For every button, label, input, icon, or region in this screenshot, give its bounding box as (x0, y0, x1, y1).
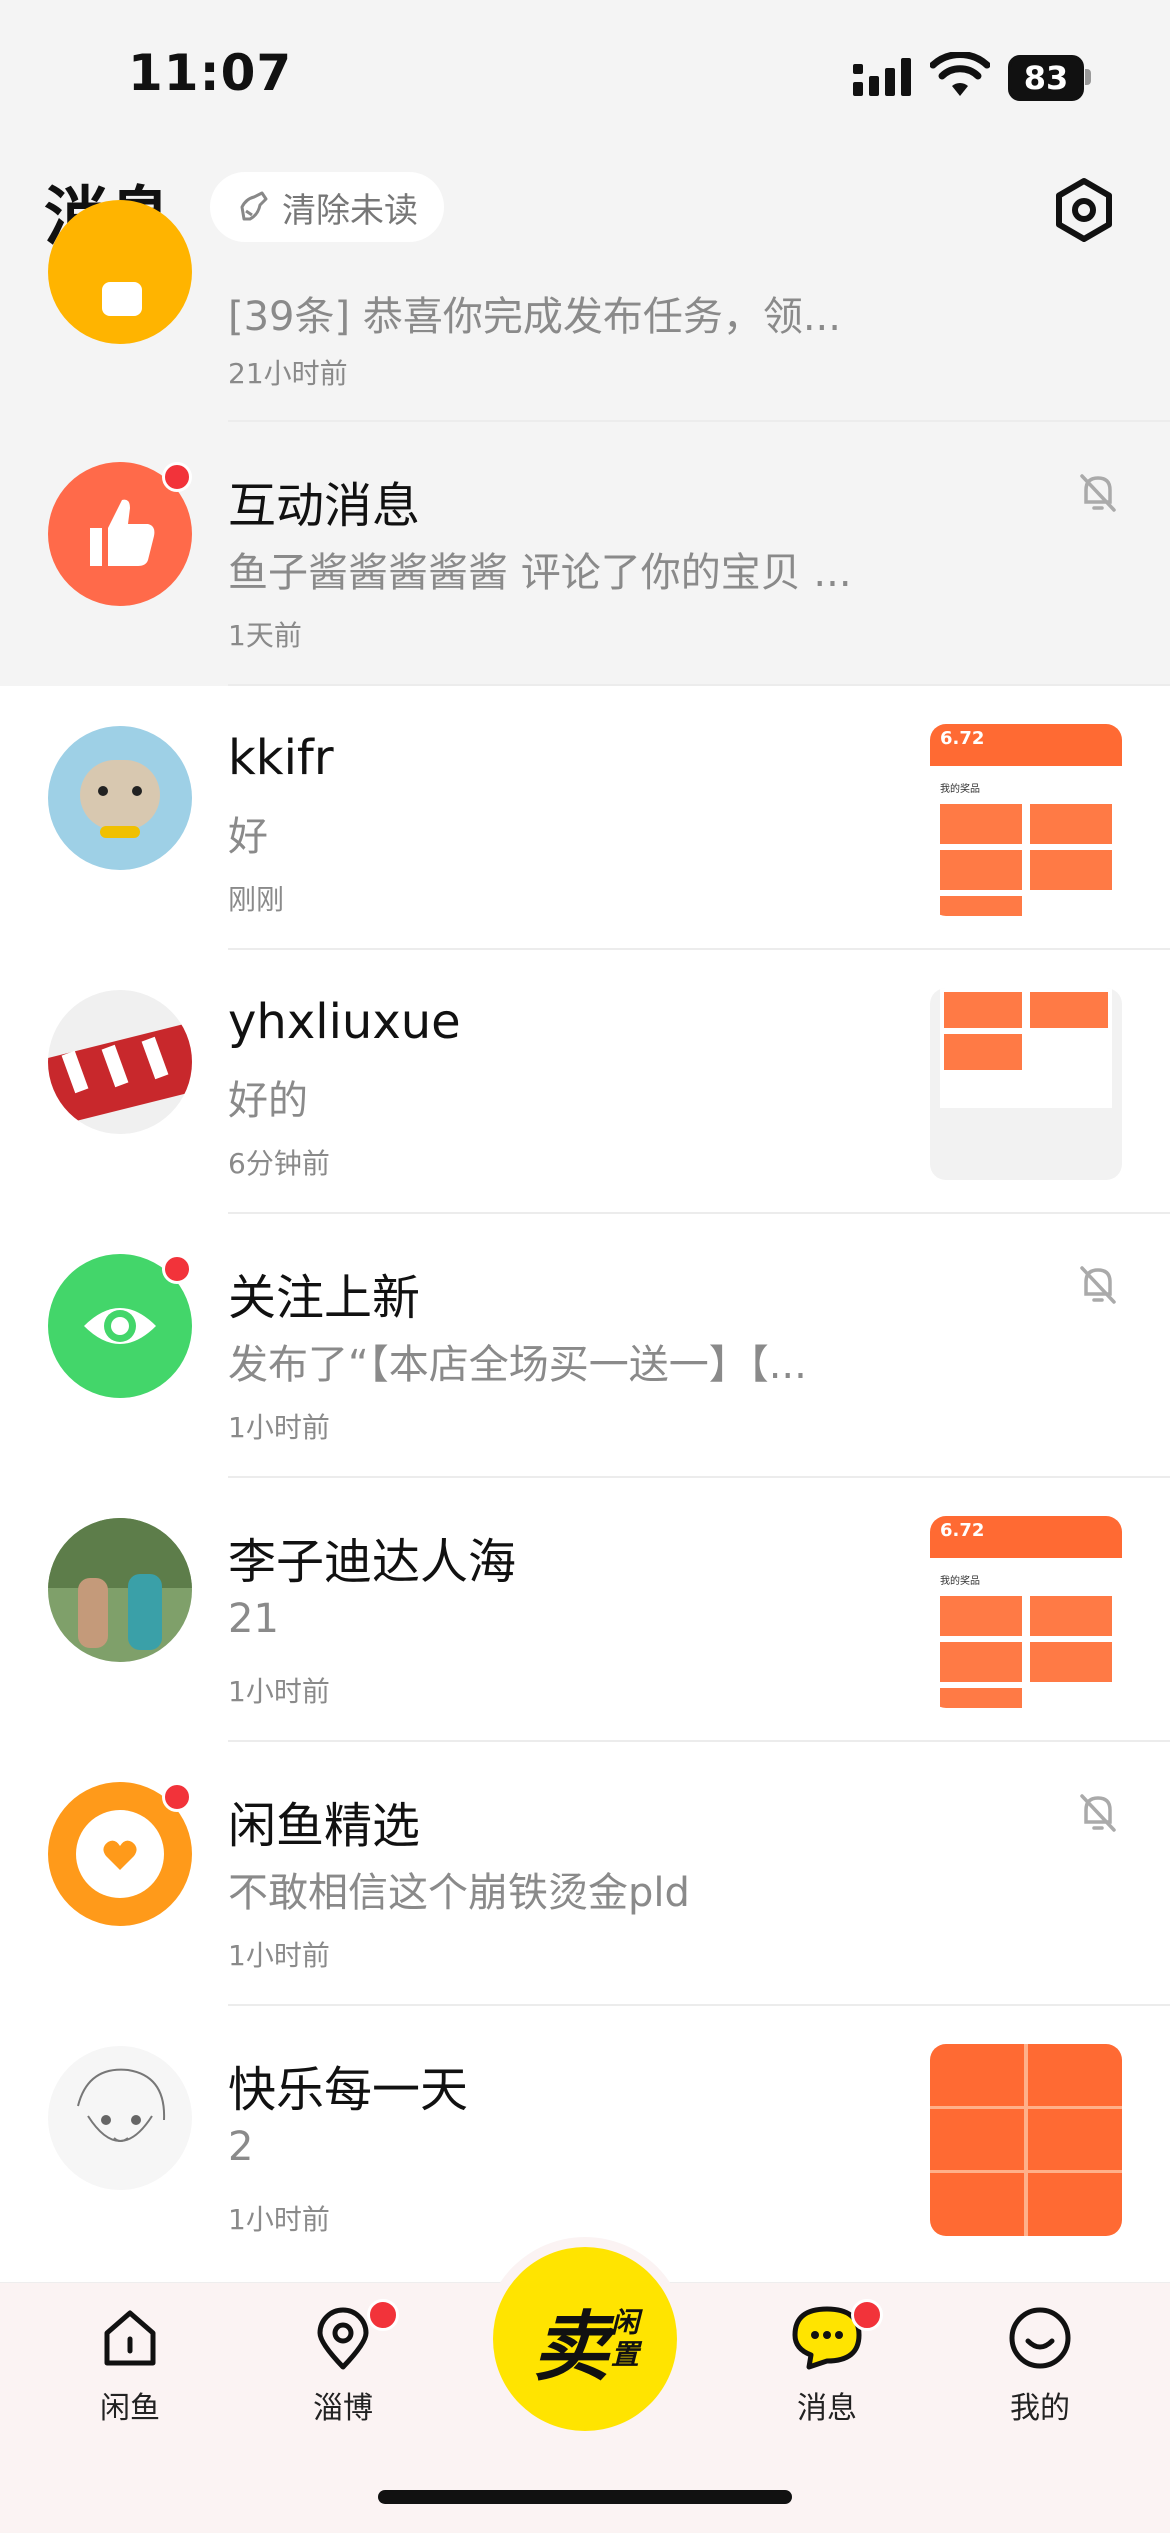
settings-icon[interactable] (1050, 176, 1118, 244)
message-time: 1小时前 (228, 1411, 330, 1444)
tab-messages[interactable]: 消息 (757, 2299, 897, 2427)
mute-bell-icon (1080, 474, 1116, 512)
message-preview: 2 (228, 2124, 254, 2170)
home-indicator (378, 2490, 792, 2504)
message-name: 互动消息 (228, 478, 421, 534)
message-time: 6分钟前 (228, 1147, 330, 1180)
user-avatar (48, 2046, 192, 2190)
item-thumbnail (930, 988, 1122, 1180)
smiley-icon (1009, 2307, 1071, 2369)
message-row-follow-new[interactable]: 关注上新 发布了“【本店全场买一送一】【... 1小时前 (0, 1214, 1170, 1478)
message-preview: 鱼子酱酱酱酱酱 评论了你的宝贝 ... (228, 550, 852, 596)
mute-bell-icon (1080, 1794, 1116, 1832)
message-preview: 发布了“【本店全场买一送一】【... (228, 1342, 807, 1388)
broom-icon (240, 191, 268, 221)
unread-dot (162, 1782, 192, 1812)
unread-dot (162, 462, 192, 492)
message-time: 21小时前 (228, 357, 348, 390)
tab-messages-label: 消息 (797, 2391, 857, 2426)
tab-zibo[interactable]: 淄博 (273, 2299, 413, 2427)
message-preview: 不敢相信这个崩铁烫金pld (228, 1870, 690, 1916)
tab-mine[interactable]: 我的 (970, 2303, 1110, 2427)
message-row-yhxliuxue[interactable]: yhxliuxue 好的 6分钟前 (0, 950, 1170, 1214)
sell-button-sublabel: 闲置 (611, 2306, 640, 2371)
unread-dot (162, 1254, 192, 1284)
message-row-xianyu-picks[interactable]: 闲鱼精选 不敢相信这个崩铁烫金pld 1小时前 (0, 1742, 1170, 2006)
clear-unread-button[interactable]: 清除未读 (210, 172, 444, 242)
item-thumbnail: 6.72 我的奖品 (930, 1516, 1122, 1708)
message-time: 1小时前 (228, 1939, 330, 1972)
task-avatar (48, 200, 192, 344)
message-time: 1小时前 (228, 1675, 330, 1708)
message-time: 刚刚 (228, 883, 285, 916)
message-row-happy-day[interactable]: 快乐每一天 2 1小时前 (0, 2006, 1170, 2282)
tab-badge-dot (851, 2299, 883, 2331)
message-preview: 21 (228, 1596, 279, 1642)
cellular-signal-icon (853, 58, 911, 96)
sell-button-label: 卖 (533, 2302, 609, 2391)
clear-unread-label: 清除未读 (282, 190, 418, 231)
sell-button[interactable]: 卖 闲置 (493, 2247, 677, 2431)
message-preview: 好 (228, 814, 268, 860)
battery-icon: 83 (1008, 55, 1091, 101)
message-row-kkifr[interactable]: kkifr 好 刚刚 6.72 我的奖品 (0, 686, 1170, 950)
message-time: 1小时前 (228, 2203, 330, 2236)
wifi-icon (930, 52, 990, 96)
tab-mine-label: 我的 (1010, 2391, 1070, 2426)
message-preview: 好的 (228, 1078, 308, 1124)
user-avatar (48, 1518, 192, 1662)
message-time: 1天前 (228, 619, 302, 652)
status-time: 11:07 (128, 44, 293, 102)
message-preview: [39条] 恭喜你完成发布任务，领... (228, 294, 841, 340)
message-row-interactions[interactable]: 互动消息 鱼子酱酱酱酱酱 评论了你的宝贝 ... 1天前 (0, 422, 1170, 686)
battery-level: 83 (1008, 55, 1084, 101)
message-name: 李子迪达人海 (228, 1534, 517, 1590)
message-row-lizidi[interactable]: 李子迪达人海 21 1小时前 6.72 我的奖品 (0, 1478, 1170, 1742)
mute-bell-icon (1080, 1266, 1116, 1304)
item-thumbnail (930, 2044, 1122, 2236)
tab-home[interactable]: 闲鱼 (60, 2303, 200, 2427)
message-row-tasks[interactable]: [39条] 恭喜你完成发布任务，领... 21小时前 (0, 200, 1170, 422)
user-avatar (48, 726, 192, 870)
message-name: yhxliuxue (228, 994, 461, 1050)
status-bar: 11:07 83 (0, 0, 1170, 150)
message-name: 关注上新 (228, 1270, 421, 1326)
tab-badge-dot (367, 2299, 399, 2331)
tab-zibo-label: 淄博 (313, 2391, 373, 2426)
user-avatar (48, 990, 192, 1134)
message-name: 闲鱼精选 (228, 1798, 421, 1854)
message-name: kkifr (228, 730, 334, 786)
tab-home-label: 闲鱼 (100, 2391, 160, 2426)
item-thumbnail: 6.72 我的奖品 (930, 724, 1122, 916)
message-name: 快乐每一天 (228, 2062, 469, 2118)
home-icon (104, 2310, 156, 2366)
